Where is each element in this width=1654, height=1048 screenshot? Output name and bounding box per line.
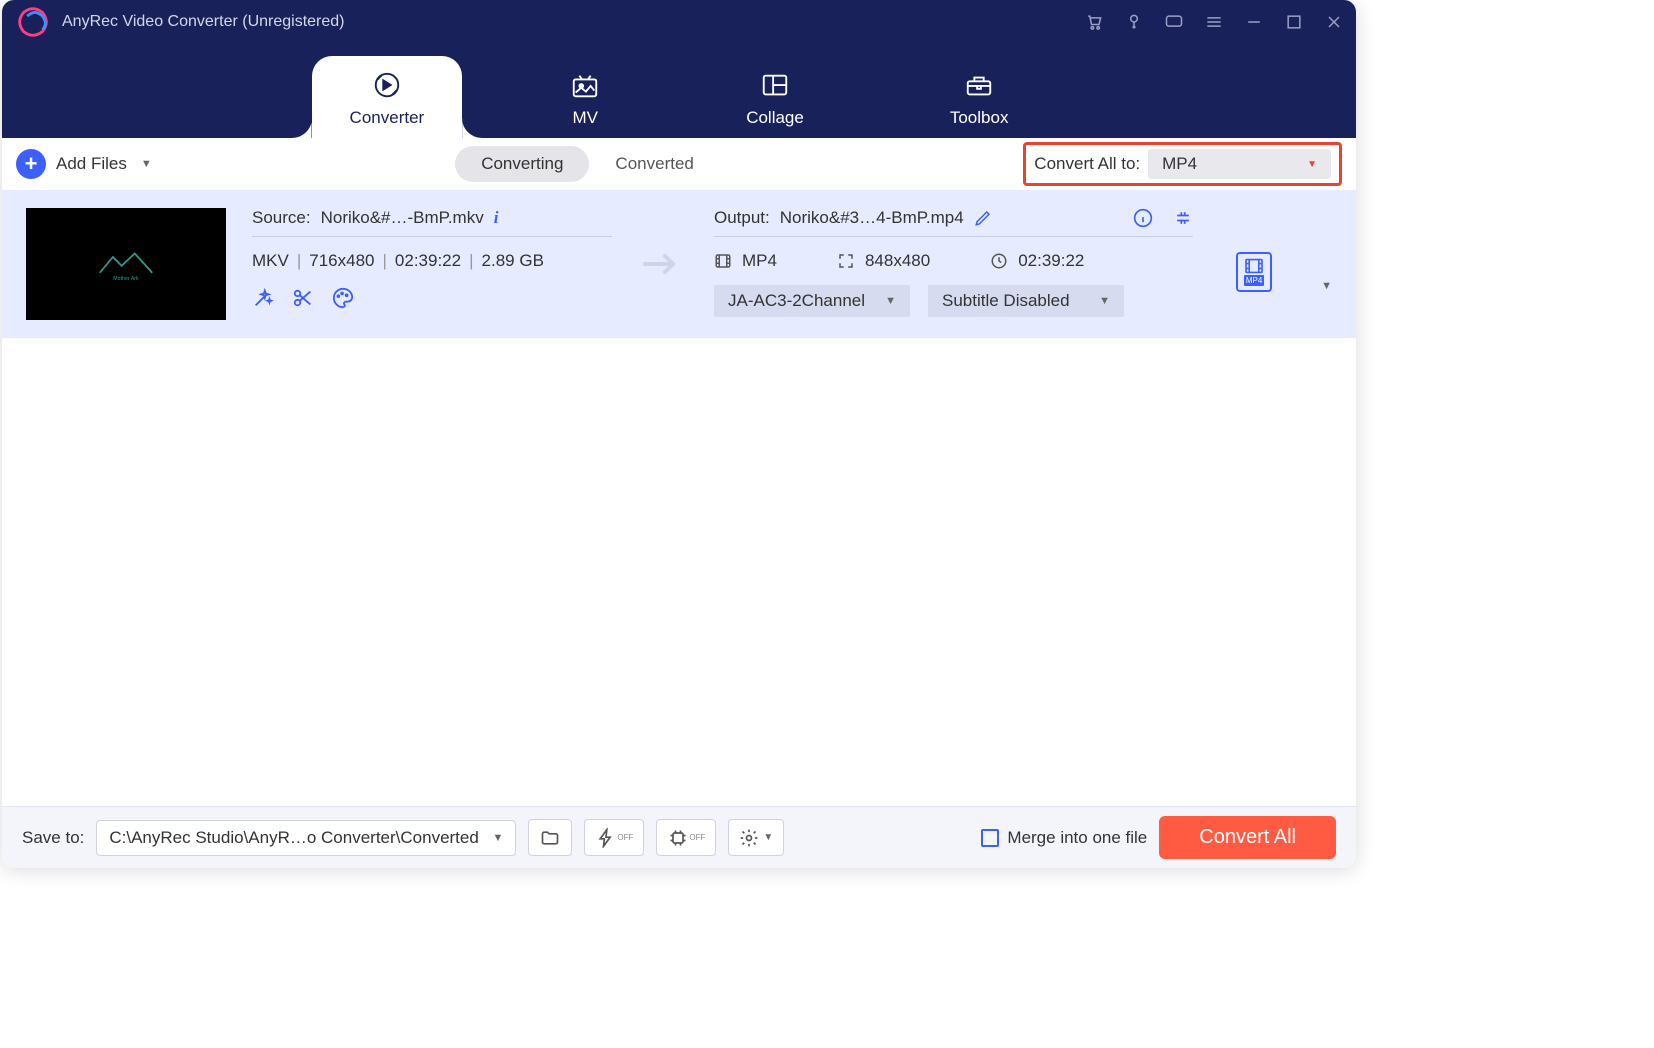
file-item: Mother Ark Source: Noriko&#…-BmP.mkv i M… <box>2 190 1356 338</box>
scissors-icon[interactable] <box>292 287 314 309</box>
edit-icon[interactable] <box>974 209 992 227</box>
source-resolution: 716x480 <box>309 251 374 271</box>
app-logo <box>14 3 52 41</box>
merge-checkbox[interactable]: Merge into one file <box>981 828 1147 848</box>
title-bar: AnyRec Video Converter (Unregistered) <box>2 0 1356 44</box>
gear-icon <box>739 828 759 848</box>
audio-track-select[interactable]: JA-AC3-2Channel ▼ <box>714 285 910 317</box>
cart-icon[interactable] <box>1084 12 1104 32</box>
output-format: MP4 <box>742 251 777 271</box>
checkbox-icon <box>981 829 999 847</box>
tab-label: Toolbox <box>950 108 1009 128</box>
convert-all-selector: Convert All to: MP4 ▼ <box>1023 142 1342 186</box>
source-filename: Noriko&#…-BmP.mkv <box>321 208 484 228</box>
open-folder-button[interactable] <box>528 819 572 856</box>
lightning-off-button[interactable]: OFF <box>584 819 644 856</box>
subtitle-select[interactable]: Subtitle Disabled ▼ <box>928 285 1124 317</box>
chevron-down-icon: ▼ <box>141 158 152 170</box>
add-files-label: Add Files <box>56 154 127 174</box>
info-icon[interactable]: i <box>494 208 499 228</box>
format-ext: MP4 <box>1244 275 1264 286</box>
divider <box>714 236 1193 237</box>
filter-converted[interactable]: Converted <box>589 146 719 182</box>
svg-text:Mother Ark: Mother Ark <box>113 276 139 282</box>
menu-icon[interactable] <box>1204 12 1224 32</box>
add-files-button[interactable]: + Add Files ▼ <box>16 149 152 179</box>
source-duration: 02:39:22 <box>395 251 461 271</box>
expand-icon <box>837 252 855 270</box>
close-icon[interactable] <box>1324 12 1344 32</box>
maximize-icon[interactable] <box>1284 12 1304 32</box>
save-path-select[interactable]: C:\AnyRec Studio\AnyR…o Converter\Conver… <box>96 820 516 856</box>
convert-all-button[interactable]: Convert All <box>1159 816 1336 859</box>
source-size: 2.89 GB <box>482 251 544 271</box>
folder-icon <box>539 828 561 848</box>
save-path-value: C:\AnyRec Studio\AnyR…o Converter\Conver… <box>109 828 478 848</box>
arrow-column <box>638 208 688 276</box>
audio-value: JA-AC3-2Channel <box>728 291 865 311</box>
video-thumbnail[interactable]: Mother Ark <box>26 208 226 320</box>
palette-icon[interactable] <box>332 287 354 309</box>
minimize-icon[interactable] <box>1244 12 1264 32</box>
chevron-down-icon: ▼ <box>1307 159 1317 170</box>
chevron-down-icon: ▼ <box>1099 295 1110 307</box>
tab-mv[interactable]: MV <box>532 56 638 138</box>
lightning-icon <box>595 828 617 848</box>
output-format-badge[interactable]: MP4 <box>1236 252 1272 292</box>
tab-toolbox[interactable]: Toolbox <box>912 56 1047 138</box>
divider <box>252 236 612 237</box>
format-value: MP4 <box>1162 154 1197 174</box>
tab-converter[interactable]: Converter <box>312 56 463 138</box>
compress-icon[interactable] <box>1173 208 1193 228</box>
output-filename: Noriko&#3…4-BmP.mp4 <box>780 208 964 228</box>
chevron-down-icon: ▼ <box>492 832 503 844</box>
nav-bar: Converter MV Collage Toolbox <box>2 44 1356 138</box>
magic-wand-icon[interactable] <box>252 287 274 309</box>
subtitle-value: Subtitle Disabled <box>942 291 1070 311</box>
feedback-icon[interactable] <box>1164 12 1184 32</box>
settings-button[interactable]: ▼ <box>728 819 784 856</box>
source-column: Source: Noriko&#…-BmP.mkv i MKV| 716x480… <box>252 208 612 309</box>
chevron-down-icon[interactable]: ▼ <box>1321 236 1332 292</box>
output-resolution: 848x480 <box>865 251 930 271</box>
output-duration: 02:39:22 <box>1018 251 1084 271</box>
tab-label: MV <box>572 108 598 128</box>
film-icon <box>714 252 732 270</box>
chevron-down-icon: ▼ <box>763 832 773 843</box>
source-label: Source: <box>252 208 311 228</box>
gpu-off-button[interactable]: OFF <box>656 819 716 856</box>
toolbar: + Add Files ▼ Converting Converted Conve… <box>2 138 1356 190</box>
tab-label: Converter <box>350 108 425 128</box>
arrow-right-icon <box>643 252 683 276</box>
convert-all-label: Convert All to: <box>1034 154 1140 174</box>
tab-label: Collage <box>746 108 804 128</box>
mv-icon <box>570 70 600 100</box>
merge-label: Merge into one file <box>1007 828 1147 848</box>
info-circle-icon[interactable] <box>1133 208 1153 228</box>
tab-collage[interactable]: Collage <box>708 56 842 138</box>
plus-icon: + <box>16 149 46 179</box>
filter-converting[interactable]: Converting <box>455 146 589 182</box>
chip-icon <box>667 828 689 848</box>
collage-icon <box>760 70 790 100</box>
convert-icon <box>372 70 402 100</box>
key-icon[interactable] <box>1124 12 1144 32</box>
file-list: Mother Ark Source: Noriko&#…-BmP.mkv i M… <box>2 190 1356 338</box>
clock-icon <box>990 252 1008 270</box>
chevron-down-icon: ▼ <box>885 295 896 307</box>
bottom-bar: Save to: C:\AnyRec Studio\AnyR…o Convert… <box>2 806 1356 868</box>
convert-all-format-select[interactable]: MP4 ▼ <box>1148 149 1331 179</box>
output-column: Output: Noriko&#3…4-BmP.mp4 MP4 <box>714 208 1193 317</box>
window-title: AnyRec Video Converter (Unregistered) <box>62 13 345 31</box>
output-label: Output: <box>714 208 770 228</box>
source-format: MKV <box>252 251 289 271</box>
toolbox-icon <box>964 70 994 100</box>
save-to-label: Save to: <box>22 828 84 848</box>
